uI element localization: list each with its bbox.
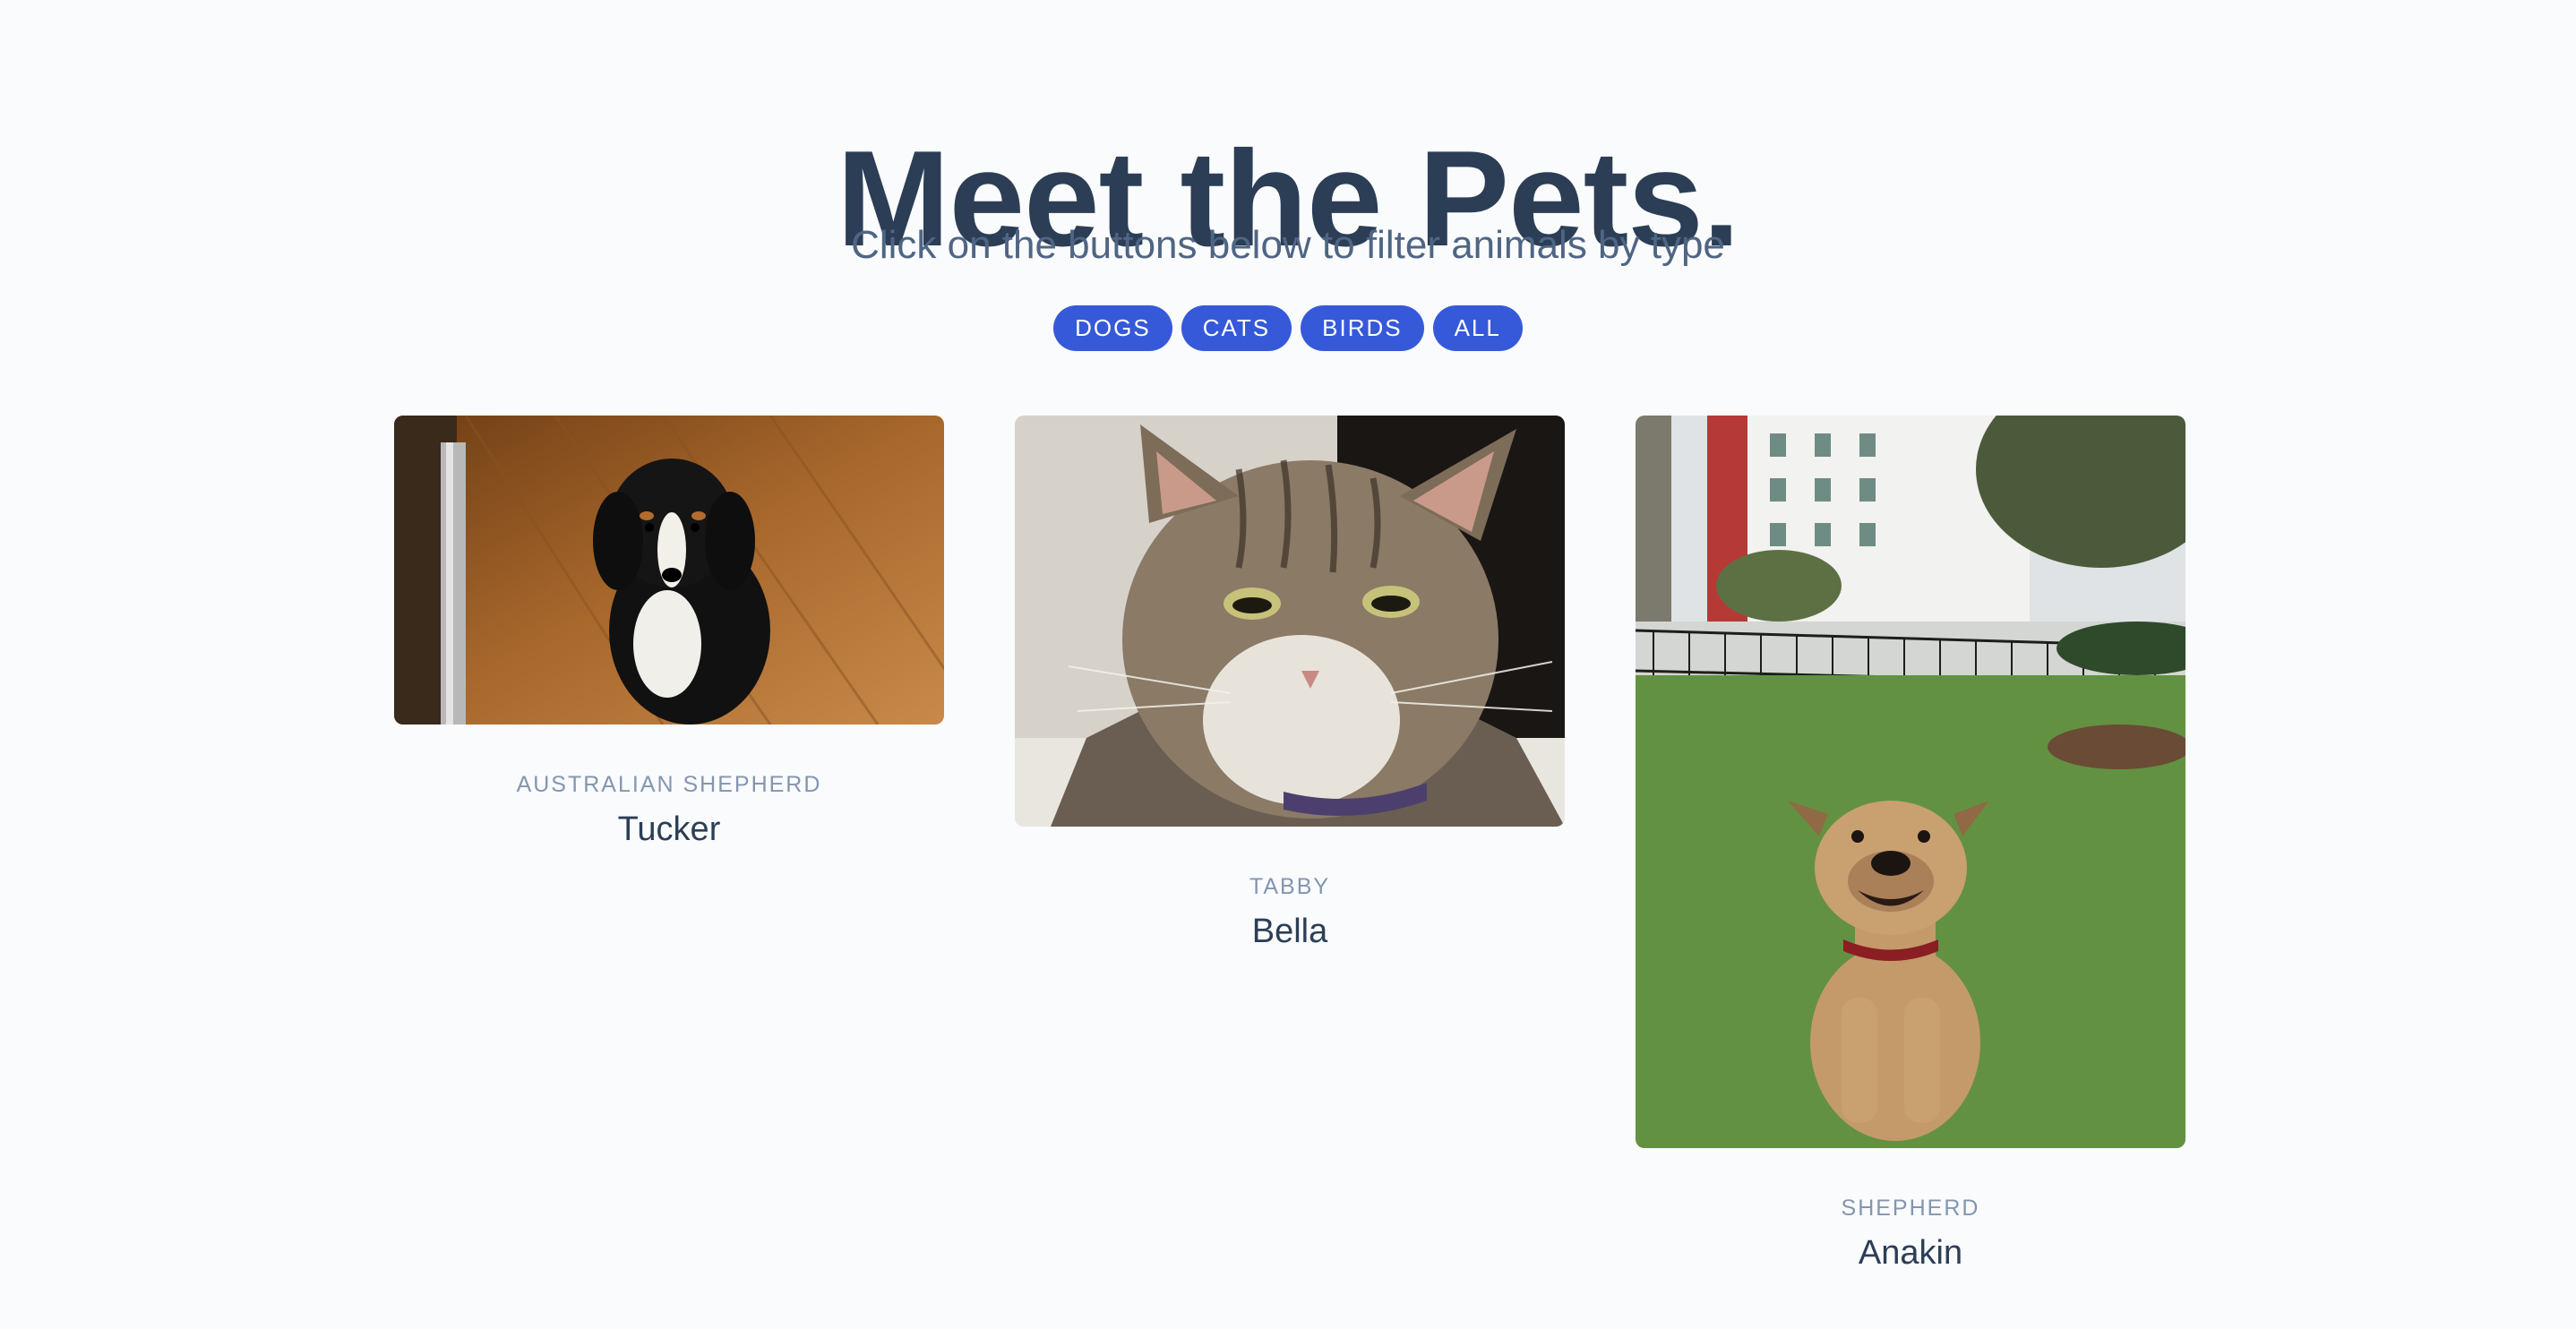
filter-bar: DOGS CATS BIRDS ALL xyxy=(0,305,2576,351)
pet-name: Bella xyxy=(1251,913,1328,950)
pet-name: Tucker xyxy=(617,810,721,848)
pet-card: SHEPHERD Anakin xyxy=(1636,416,2185,1273)
filter-birds-button[interactable]: BIRDS xyxy=(1301,305,1424,351)
pet-photo xyxy=(1636,416,2185,1148)
pet-breed: AUSTRALIAN SHEPHERD xyxy=(516,772,822,797)
pet-photo xyxy=(394,416,944,725)
page-subtitle: Click on the buttons below to filter ani… xyxy=(851,223,1725,267)
filter-all-button[interactable]: ALL xyxy=(1432,305,1523,351)
pet-card: AUSTRALIAN SHEPHERD Tucker xyxy=(394,416,944,850)
pet-card: TABBY Bella xyxy=(1015,416,1565,952)
pet-photo xyxy=(1015,416,1565,827)
filter-dogs-button[interactable]: DOGS xyxy=(1053,305,1172,351)
filter-cats-button[interactable]: CATS xyxy=(1181,305,1292,351)
pet-name: Anakin xyxy=(1858,1234,1963,1272)
pet-breed: SHEPHERD xyxy=(1841,1196,1980,1221)
pet-breed: TABBY xyxy=(1249,874,1331,899)
